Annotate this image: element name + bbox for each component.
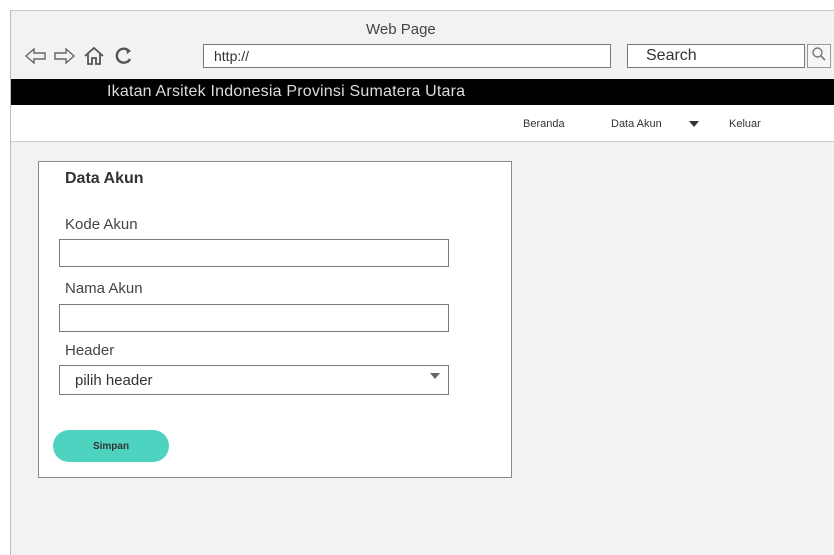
title-bar: Web Page: [11, 11, 834, 41]
search-input[interactable]: Search: [627, 44, 805, 68]
menu-item-data-akun[interactable]: Data Akun: [611, 118, 662, 130]
kode-akun-label: Kode Akun: [65, 216, 138, 233]
window-title: Web Page: [366, 21, 436, 38]
url-input[interactable]: http://: [203, 44, 611, 68]
browser-window: Web Page http:// Search Ikatan Arsitek I…: [10, 10, 834, 555]
site-title: Ikatan Arsitek Indonesia Provinsi Sumate…: [107, 83, 466, 100]
nama-akun-label: Nama Akun: [65, 280, 143, 297]
nama-akun-input[interactable]: [59, 304, 449, 332]
menu-item-beranda[interactable]: Beranda: [523, 118, 565, 130]
menu-item-keluar[interactable]: Keluar: [729, 118, 761, 130]
header-select-value: pilih header: [75, 372, 153, 389]
back-arrow-icon[interactable]: [25, 45, 47, 67]
home-icon[interactable]: [83, 45, 105, 67]
browser-toolbar: http:// Search: [11, 41, 834, 81]
dropdown-arrow-icon: [430, 373, 440, 379]
form-title: Data Akun: [65, 170, 144, 187]
nav-menu: Beranda Data Akun Keluar: [11, 105, 834, 142]
kode-akun-input[interactable]: [59, 239, 449, 267]
data-akun-form: Data Akun Kode Akun Nama Akun Header pil…: [38, 161, 512, 478]
simpan-button[interactable]: Simpan: [53, 430, 169, 462]
refresh-icon[interactable]: [113, 45, 135, 67]
chevron-down-icon[interactable]: [689, 121, 699, 127]
site-banner: Ikatan Arsitek Indonesia Provinsi Sumate…: [11, 79, 834, 105]
forward-arrow-icon[interactable]: [53, 45, 75, 67]
magnifier-icon: [811, 46, 827, 67]
search-button[interactable]: [807, 44, 831, 68]
header-select[interactable]: pilih header: [59, 365, 449, 395]
header-label: Header: [65, 342, 115, 359]
